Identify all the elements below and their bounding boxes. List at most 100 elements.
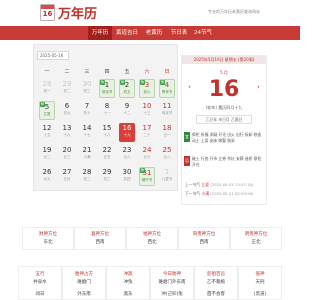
prev-term-name[interactable]: 立夏	[201, 182, 209, 187]
day-lunar: 廿八	[163, 155, 171, 159]
day-lunar: 十八	[103, 133, 111, 137]
holiday-badge: 休	[160, 80, 165, 85]
calendar-day[interactable]: 19 廿二	[39, 145, 55, 164]
direction-value: 西北	[147, 240, 157, 245]
day-number: 1	[164, 168, 170, 176]
logo-top-bar	[41, 5, 54, 9]
calendar-day[interactable]: 17 二十	[139, 123, 155, 142]
calendar-day[interactable]: 休 2 初五	[119, 79, 135, 98]
ji-tag: 忌	[184, 156, 190, 166]
day-number: 8	[104, 102, 110, 110]
calendar-day[interactable]: 14 十七	[79, 123, 95, 142]
calendar-day[interactable]: 22 廿五	[99, 145, 115, 164]
calendar-day[interactable]: 休 31 端午节	[139, 167, 155, 186]
calendar-logo-icon[interactable]: 16	[40, 4, 55, 21]
calendar-day[interactable]: 15 十八	[99, 123, 115, 142]
calendar-day[interactable]: 10 十三	[139, 101, 155, 120]
nav-item-solar-terms[interactable]: 24节气	[191, 26, 215, 40]
calendar-day[interactable]: 休 4 青年节	[159, 79, 175, 98]
weekday-label: 一	[44, 69, 50, 75]
day-number: 7	[84, 102, 90, 110]
day-lunar: 立夏	[43, 112, 51, 116]
logo-number: 16	[42, 10, 53, 18]
day-number: 22	[102, 146, 112, 154]
nav-item-festivals[interactable]: 节日表	[167, 26, 191, 40]
day-number: 18	[162, 124, 172, 132]
day-lunar: 青年节	[161, 90, 173, 94]
day-lunar: 初一	[43, 89, 51, 93]
calendar-day[interactable]: 20 廿三	[59, 145, 75, 164]
direction-title: 财神方位	[39, 232, 57, 237]
calendar-day[interactable]: 1 儿童节	[159, 167, 175, 186]
day-number: 30	[122, 168, 132, 176]
calendar-day[interactable]: 12 十五	[39, 123, 55, 142]
day-number: 28	[82, 168, 92, 176]
day-lunar: 端午节	[141, 178, 153, 182]
calendar-day[interactable]: 休 1 劳动节	[99, 79, 115, 98]
ji-text: 破土 行丧 开市 立券 作灶 安葬 造桥 祭祀 开仓	[192, 156, 262, 167]
day-number: 25	[162, 146, 172, 154]
day-lunar: 廿九	[43, 177, 51, 181]
direction-box-fortune: 福神方位 西北	[126, 227, 178, 250]
calendar-day[interactable]: 29 初二	[59, 79, 75, 98]
direction-box-wealth: 财神方位 东北	[22, 227, 74, 250]
calendar-day-today[interactable]: 16 十九	[119, 123, 135, 142]
calendar-day[interactable]: 28 初二	[79, 167, 95, 186]
day-number: 13	[62, 124, 72, 132]
calendar-day[interactable]: 25 廿八	[159, 145, 175, 164]
calendar-day[interactable]: 13 十六	[59, 123, 75, 142]
day-number: 20	[62, 146, 72, 154]
day-number: 29	[102, 168, 112, 176]
calendar-day[interactable]: 24 廿七	[139, 145, 155, 164]
nav-item-almanac[interactable]: 老黄历	[141, 26, 167, 40]
calendar-day[interactable]: 休 3 初六	[139, 79, 155, 98]
direction-value: 西南	[199, 240, 209, 245]
calendar-day[interactable]: 30 初四	[119, 167, 135, 186]
day-number: 19	[42, 146, 52, 154]
calendar-day[interactable]: 21 小满	[79, 145, 95, 164]
calendar-day[interactable]: 23 廿六	[119, 145, 135, 164]
calendar-day[interactable]: 8 十一	[99, 101, 115, 120]
info-title: 冲煞	[123, 272, 133, 277]
site-slogan: 专业的万年历老黄历查询网站	[208, 9, 260, 14]
day-lunar: 廿五	[103, 155, 111, 159]
calendar-day[interactable]: 7 初十	[79, 101, 95, 120]
calendar-day[interactable]: 18 廿一	[159, 123, 175, 142]
info-line: 酉不会客	[207, 292, 225, 297]
calendar-day[interactable]: 休 5 立夏	[39, 101, 55, 120]
calendar-day[interactable]: 30 初三	[79, 79, 95, 98]
weekday-label: 三	[84, 69, 90, 75]
next-term-name[interactable]: 小满	[201, 191, 209, 196]
day-lunar: 初九	[63, 111, 71, 115]
day-lunar: 十九	[123, 133, 131, 137]
day-lunar: 小满	[83, 155, 91, 159]
day-number: 15	[102, 124, 112, 132]
almanac-info-box: 今日胎神 碓磨门外东南 冲(己卯)兔	[150, 266, 194, 300]
day-lunar: 十三	[143, 111, 151, 115]
calendar-day[interactable]: 26 廿九	[39, 167, 55, 186]
day-lunar: 廿三	[63, 155, 71, 159]
info-line: 碓磨门	[77, 280, 91, 285]
direction-box-yin-noble: 阴贵神方位 正北	[230, 227, 282, 250]
info-line: (黑道)	[253, 292, 267, 297]
info-line: 冲兔	[123, 280, 133, 285]
calendar-day[interactable]: 27 五月	[59, 167, 75, 186]
calendar-day[interactable]: 9 十二	[119, 101, 135, 120]
holiday-badge: 休	[120, 80, 125, 85]
weekday-label: 六	[144, 69, 150, 75]
calendar-day[interactable]: 11 母亲节	[159, 101, 175, 120]
site-name[interactable]: 万年历	[58, 3, 97, 22]
calendar-day[interactable]: 29 初三	[99, 167, 115, 186]
info-title: 胎神占方	[75, 272, 93, 277]
nav-item-calendar[interactable]: 万年历	[88, 26, 112, 40]
prev-solar-term: 上一节气 立夏 (2025-05-05 13:57:10)	[185, 182, 267, 188]
next-day-icon[interactable]: ›	[257, 83, 260, 91]
prev-term-date: (2025-05-05 13:57:10)	[210, 182, 254, 187]
nav-item-lucky-days[interactable]: 黄道吉日	[114, 26, 140, 40]
date-input[interactable]: 2025-05-16	[37, 51, 69, 60]
calendar-day[interactable]: 28 初一	[39, 79, 55, 98]
day-lunar: 廿二	[43, 155, 51, 159]
detail-date-header: 2025年5月16日 星期五 (第20周)	[182, 56, 266, 64]
calendar-day[interactable]: 6 初九	[59, 101, 75, 120]
day-number: 6	[64, 102, 70, 110]
